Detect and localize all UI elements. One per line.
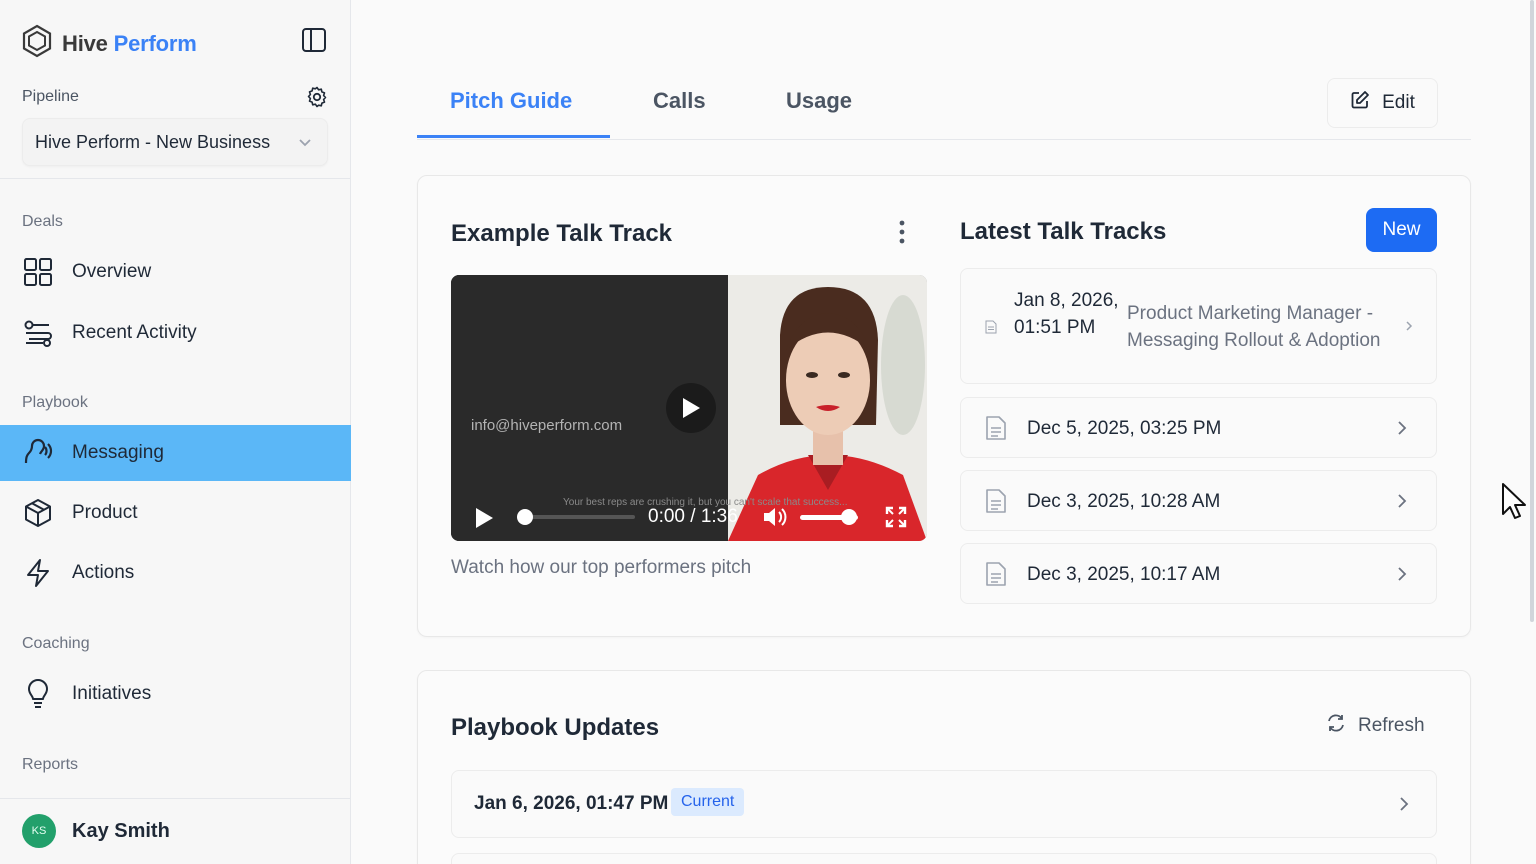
- chevron-right-icon: [1396, 419, 1408, 442]
- talk-track-item[interactable]: Dec 3, 2025, 10:17 AM: [960, 543, 1437, 604]
- more-options-icon[interactable]: [890, 218, 914, 248]
- status-badge: Current: [671, 788, 745, 816]
- latest-talk-tracks-title: Latest Talk Tracks: [960, 218, 1167, 245]
- section-label-playbook: Playbook: [22, 394, 88, 411]
- example-talk-track-title: Example Talk Track: [451, 220, 673, 247]
- video-time: 0:00 / 1:36: [648, 506, 738, 527]
- sidebar-divider: [0, 178, 351, 179]
- talk-track-item[interactable]: Dec 5, 2025, 03:25 PM: [960, 397, 1437, 458]
- volume-icon[interactable]: [762, 505, 788, 534]
- sidebar-item-label: Recent Activity: [72, 322, 197, 343]
- tab-calls[interactable]: Calls: [653, 88, 706, 114]
- volume-knob[interactable]: [841, 509, 858, 525]
- chevron-right-icon: [1396, 565, 1408, 588]
- document-icon: [985, 561, 1007, 592]
- sidebar-item-recent-activity[interactable]: Recent Activity: [0, 305, 351, 361]
- talk-track-description: Product Marketing Manager - Messaging Ro…: [1127, 303, 1381, 351]
- talk-track-date: Dec 3, 2025, 10:17 AM: [1027, 564, 1221, 585]
- update-date: Jan 6, 2026, 01:47 PM: [474, 793, 669, 814]
- sidebar-item-label: Initiatives: [72, 683, 152, 704]
- mouse-cursor-icon: [1500, 482, 1530, 527]
- sidebar-item-overview[interactable]: Overview: [0, 244, 351, 300]
- pipeline-label: Pipeline: [22, 88, 79, 105]
- gear-icon[interactable]: [305, 85, 329, 109]
- playbook-update-item[interactable]: Jan 6, 2026, 01:47 PM Current: [451, 770, 1437, 838]
- brand-name-part2: Perform: [113, 30, 197, 56]
- document-icon: [985, 488, 1007, 519]
- sidebar-item-label: Messaging: [72, 442, 164, 463]
- playbook-update-item[interactable]: [451, 853, 1437, 864]
- sidebar-item-label: Actions: [72, 562, 135, 583]
- new-button[interactable]: New: [1366, 208, 1437, 252]
- activity-icon: [22, 317, 54, 349]
- sidebar-item-label: Overview: [72, 261, 152, 282]
- lightbulb-icon: [22, 678, 54, 710]
- edit-label: Edit: [1382, 92, 1415, 113]
- volume-slider[interactable]: [800, 509, 858, 525]
- video-email-text: info@hiveperform.com: [471, 417, 623, 434]
- sidebar-item-messaging[interactable]: Messaging: [0, 425, 351, 481]
- avatar: KS: [22, 814, 56, 848]
- hexagon-logo-icon: [20, 24, 54, 63]
- video-controls: 0:00 / 1:36: [451, 497, 927, 541]
- progress-knob[interactable]: [517, 509, 533, 525]
- lightning-icon: [22, 557, 54, 589]
- play-icon[interactable]: [473, 506, 495, 535]
- sidebar-item-label: Product: [72, 502, 138, 523]
- pipeline-select[interactable]: Hive Perform - New Business: [22, 118, 328, 166]
- sidebar-divider: [0, 798, 351, 799]
- tab-pitch-guide[interactable]: Pitch Guide: [450, 88, 572, 114]
- grid-icon: [22, 256, 54, 288]
- chevron-right-icon: [1404, 319, 1414, 338]
- chevron-down-icon: [297, 134, 313, 155]
- play-overlay-icon[interactable]: [666, 383, 716, 433]
- refresh-label: Refresh: [1358, 715, 1425, 736]
- tab-bar: Pitch Guide Calls Usage: [417, 76, 1471, 140]
- talk-track-date: Jan 8, 2026, 01:51 PM: [1014, 290, 1119, 338]
- refresh-button[interactable]: Refresh: [1326, 713, 1425, 739]
- talk-track-date: Dec 3, 2025, 10:28 AM: [1027, 491, 1221, 512]
- user-name: Kay Smith: [72, 819, 170, 842]
- video-progress-slider[interactable]: [517, 509, 635, 525]
- user-profile[interactable]: KS Kay Smith: [22, 814, 170, 848]
- scrollbar[interactable]: [1530, 0, 1534, 622]
- chevron-right-icon: [1398, 795, 1410, 818]
- brand-name-part1: Hive: [62, 30, 108, 56]
- document-icon: [985, 320, 997, 339]
- refresh-icon: [1326, 713, 1346, 739]
- tab-usage[interactable]: Usage: [786, 88, 852, 114]
- app-window: Hive Perform Pipeline Hive Perform - New…: [0, 0, 1536, 864]
- brand-logo[interactable]: Hive Perform: [20, 24, 197, 63]
- pipeline-select-value: Hive Perform - New Business: [35, 131, 271, 152]
- edit-icon: [1350, 90, 1370, 116]
- section-label-deals: Deals: [22, 213, 63, 230]
- document-icon: [985, 415, 1007, 446]
- box-icon: [22, 497, 54, 529]
- playbook-updates-title: Playbook Updates: [451, 714, 660, 741]
- brand-name: Hive Perform: [62, 31, 197, 57]
- chevron-right-icon: [1396, 492, 1408, 515]
- sidebar: Hive Perform Pipeline Hive Perform - New…: [0, 0, 351, 864]
- section-label-reports: Reports: [22, 756, 79, 773]
- talk-track-date: Dec 5, 2025, 03:25 PM: [1027, 418, 1222, 439]
- section-label-coaching: Coaching: [22, 635, 90, 652]
- fullscreen-icon[interactable]: [884, 505, 908, 534]
- active-tab-indicator: [417, 135, 610, 138]
- video-player[interactable]: info@hiveperform.com Your best reps are …: [451, 275, 927, 541]
- talk-track-item[interactable]: Jan 8, 2026, 01:51 PM Product Marketing …: [960, 268, 1437, 384]
- edit-button[interactable]: Edit: [1327, 78, 1438, 128]
- sidebar-item-product[interactable]: Product: [0, 485, 351, 541]
- sidebar-item-initiatives[interactable]: Initiatives: [0, 666, 351, 722]
- sidebar-toggle-icon[interactable]: [300, 26, 328, 54]
- sidebar-item-actions[interactable]: Actions: [0, 545, 351, 601]
- messaging-icon: [22, 437, 54, 469]
- talk-track-item[interactable]: Dec 3, 2025, 10:28 AM: [960, 470, 1437, 531]
- video-subtitle: Watch how our top performers pitch: [451, 557, 752, 578]
